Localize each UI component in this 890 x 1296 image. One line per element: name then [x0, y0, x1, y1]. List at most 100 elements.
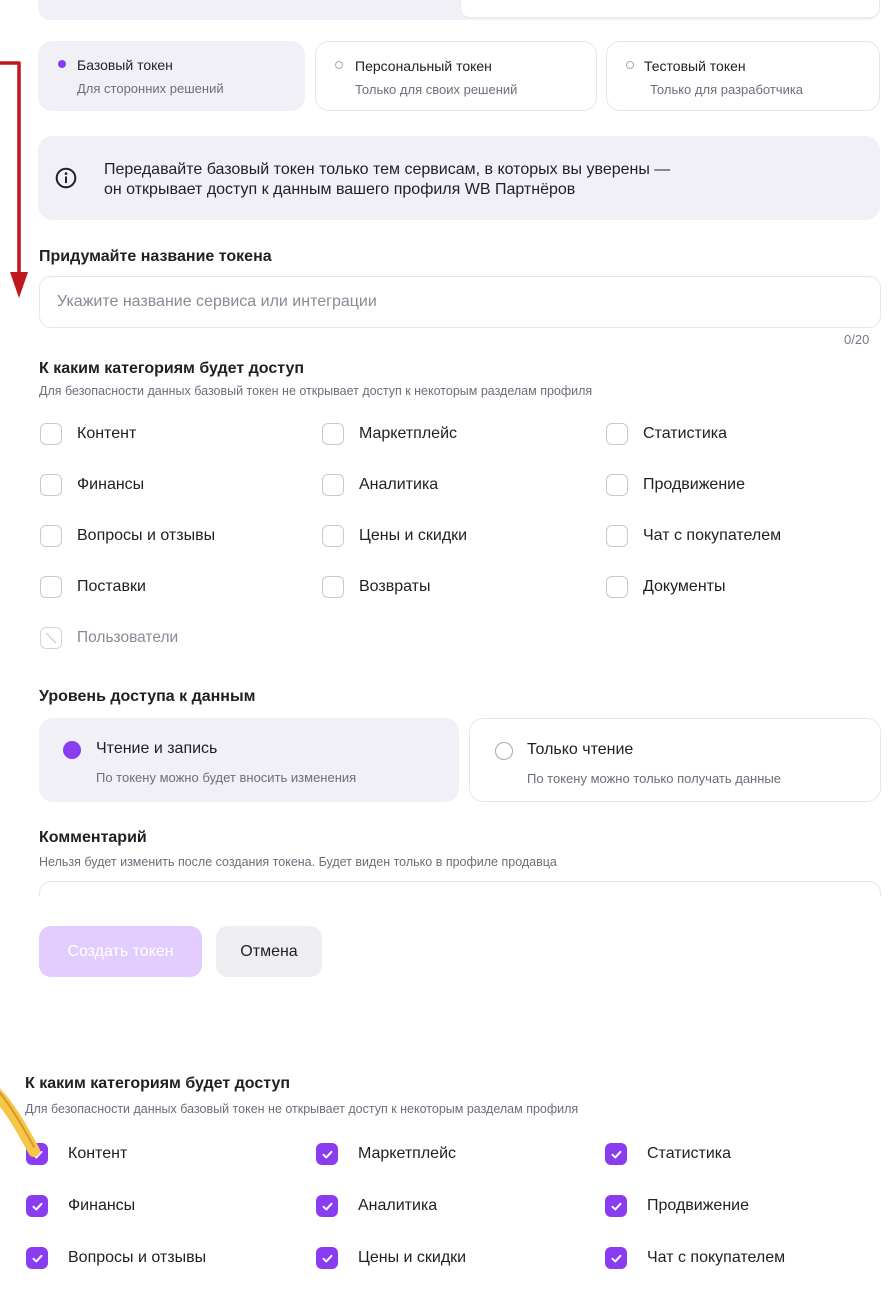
checkbox-label: Вопросы и отзывы — [77, 527, 216, 544]
checkbox-promotion[interactable]: Продвижение — [606, 474, 745, 496]
checkmark-icon — [611, 1202, 621, 1210]
token-type-test[interactable]: Тестовый токен Только для разработчика — [606, 41, 880, 111]
checkbox-label: Маркетплейс — [358, 1145, 457, 1162]
checkbox-checked[interactable] — [26, 1195, 48, 1217]
checkbox-label: Документы — [643, 578, 726, 595]
checkbox-prices-discounts[interactable]: Цены и скидки — [322, 525, 467, 547]
token-type-subtitle: Только для своих решений — [355, 82, 518, 97]
banner-line: Передавайте базовый токен только тем сер… — [104, 161, 671, 178]
checked-checkbox-questions-reviews[interactable]: Вопросы и отзывы — [26, 1247, 206, 1269]
checkmark-icon — [32, 1202, 42, 1210]
checkmark-icon — [32, 1254, 42, 1262]
checkbox-analytics[interactable]: Аналитика — [322, 474, 438, 496]
checkbox-label: Финансы — [77, 476, 145, 493]
categories-title-checked: К каким категориям будет доступ — [25, 1075, 291, 1092]
top-segment-tab[interactable] — [460, 0, 880, 18]
checkbox-checked[interactable] — [316, 1247, 338, 1269]
checked-checkbox-prices-discounts[interactable]: Цены и скидки — [316, 1247, 466, 1269]
access-option-subtitle: По токену можно только получать данные — [527, 771, 781, 786]
checkbox-label: Цены и скидки — [358, 1249, 467, 1266]
token-type-title: Персональный токен — [355, 58, 492, 74]
checkbox-label: Статистика — [647, 1145, 732, 1162]
checkbox-box[interactable] — [40, 576, 62, 598]
token-name-label: Придумайте название токена — [39, 248, 272, 265]
token-name-input[interactable] — [39, 276, 881, 328]
checkbox-box[interactable] — [40, 474, 62, 496]
checkbox-content[interactable]: Контент — [40, 423, 136, 445]
checkbox-statistics[interactable]: Статистика — [606, 423, 727, 445]
checkbox-label: Аналитика — [359, 476, 439, 493]
checkbox-checked[interactable] — [316, 1195, 338, 1217]
access-read-write[interactable]: Чтение и запись По токену можно будет вн… — [39, 718, 459, 802]
radio-dot-selected — [58, 60, 66, 68]
checkbox-finance[interactable]: Финансы — [40, 474, 144, 496]
token-type-basic[interactable]: Базовый токен Для сторонних решений — [38, 41, 305, 111]
banner-text: Передавайте базовый токен только тем сер… — [104, 160, 670, 200]
radio-icon — [495, 742, 513, 760]
radio-dot — [626, 61, 634, 69]
token-type-title: Базовый токен — [77, 57, 173, 73]
comment-hint: Нельзя будет изменить после создания ток… — [39, 855, 557, 869]
radio-selected-icon — [63, 741, 81, 759]
checkbox-label: Аналитика — [358, 1197, 438, 1214]
checkbox-label: Пользователи — [77, 629, 179, 646]
token-type-subtitle: Для сторонних решений — [77, 81, 224, 96]
info-banner: Передавайте базовый токен только тем сер… — [38, 136, 880, 220]
checkbox-returns[interactable]: Возвраты — [322, 576, 431, 598]
checkbox-box[interactable] — [606, 423, 628, 445]
checkbox-supplies[interactable]: Поставки — [40, 576, 146, 598]
checkbox-buyer-chat[interactable]: Чат с покупателем — [606, 525, 781, 547]
checkbox-box[interactable] — [40, 423, 62, 445]
checkbox-label: Контент — [68, 1145, 128, 1162]
checkbox-label: Чат с покупателем — [643, 527, 782, 544]
checkbox-box[interactable] — [322, 423, 344, 445]
disabled-checkbox-box — [40, 627, 62, 649]
token-type-personal[interactable]: Персональный токен Только для своих реше… — [315, 41, 597, 111]
checked-checkbox-buyer-chat[interactable]: Чат с покупателем — [605, 1247, 785, 1269]
checkbox-documents[interactable]: Документы — [606, 576, 725, 598]
categories-subtitle: Для безопасности данных базовый токен не… — [39, 384, 593, 398]
checkbox-checked[interactable] — [605, 1143, 627, 1165]
checkbox-box[interactable] — [606, 474, 628, 496]
checkbox-marketplace[interactable]: Маркетплейс — [322, 423, 457, 445]
annotation-highlight-icon — [0, 1088, 40, 1157]
checkmark-icon — [611, 1150, 621, 1158]
checkbox-box[interactable] — [606, 576, 628, 598]
create-token-button[interactable]: Создать токен — [39, 926, 202, 977]
checkbox-label: Вопросы и отзывы — [68, 1249, 207, 1266]
banner-line: он открывает доступ к данным вашего проф… — [104, 181, 576, 198]
checkbox-label: Продвижение — [647, 1197, 749, 1214]
checked-checkbox-marketplace[interactable]: Маркетплейс — [316, 1143, 456, 1165]
checkbox-questions-reviews[interactable]: Вопросы и отзывы — [40, 525, 215, 547]
checkbox-checked[interactable] — [316, 1143, 338, 1165]
categories-title: К каким категориям будет доступ — [39, 360, 305, 377]
checkbox-label: Возвраты — [359, 578, 431, 595]
access-read-only[interactable]: Только чтение По токену можно только пол… — [469, 718, 881, 802]
checkbox-label: Контент — [77, 425, 137, 442]
checkbox-box[interactable] — [322, 525, 344, 547]
checkbox-label: Чат с покупателем — [647, 1249, 786, 1266]
checkbox-checked[interactable] — [26, 1247, 48, 1269]
checkbox-checked[interactable] — [605, 1195, 627, 1217]
checkbox-box[interactable] — [606, 525, 628, 547]
checkmark-icon — [322, 1254, 332, 1262]
checkbox-box[interactable] — [322, 576, 344, 598]
char-counter: 0/20 — [844, 332, 870, 347]
access-level-title: Уровень доступа к данным — [39, 688, 256, 705]
checked-checkbox-finance[interactable]: Финансы — [26, 1195, 135, 1217]
info-icon — [55, 167, 77, 189]
checkbox-box[interactable] — [40, 525, 62, 547]
comment-label: Комментарий — [39, 829, 147, 846]
checkbox-box[interactable] — [322, 474, 344, 496]
annotation-arrow-icon — [0, 61, 28, 298]
token-type-subtitle: Только для разработчика — [650, 82, 804, 97]
checkbox-label: Цены и скидки — [359, 527, 468, 544]
checked-checkbox-statistics[interactable]: Статистика — [605, 1143, 731, 1165]
checkmark-icon — [322, 1202, 332, 1210]
checkbox-checked[interactable] — [605, 1247, 627, 1269]
cancel-button[interactable]: Отмена — [216, 926, 322, 977]
checked-checkbox-analytics[interactable]: Аналитика — [316, 1195, 437, 1217]
access-option-title: Только чтение — [527, 741, 634, 758]
checked-checkbox-promotion[interactable]: Продвижение — [605, 1195, 749, 1217]
access-option-title: Чтение и запись — [96, 740, 218, 757]
